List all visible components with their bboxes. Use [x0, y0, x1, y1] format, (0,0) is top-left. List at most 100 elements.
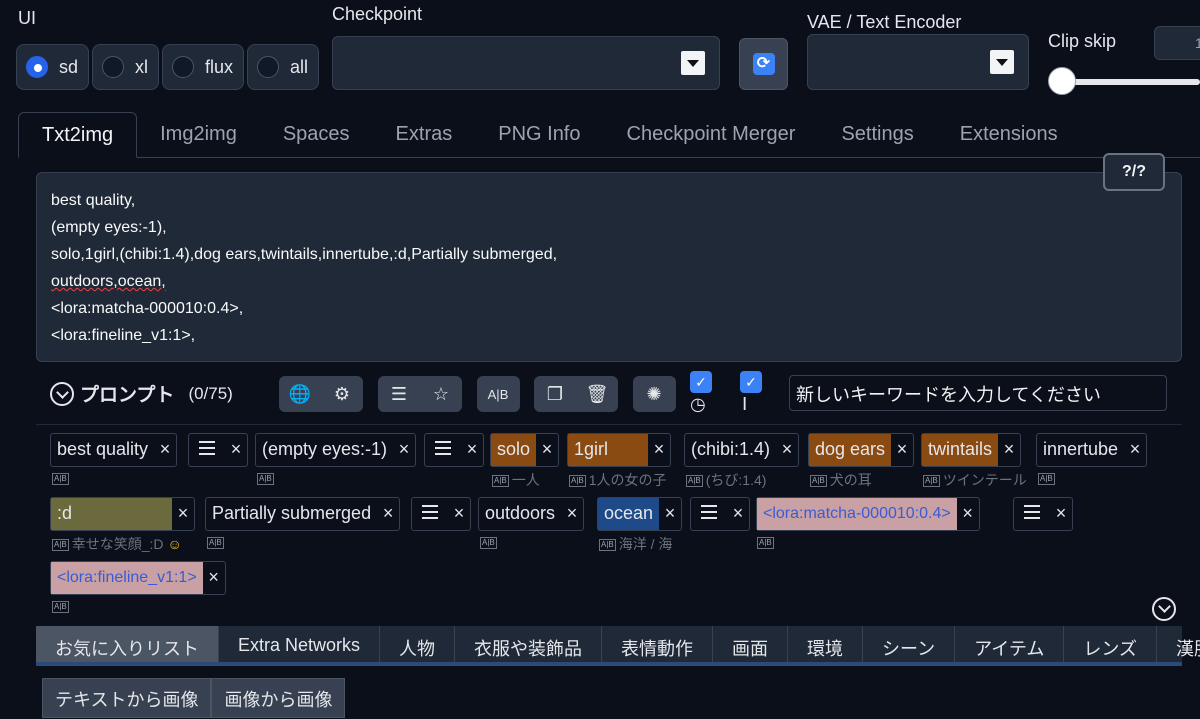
- close-icon[interactable]: ×: [448, 498, 470, 530]
- translate-icon: A|B: [810, 475, 827, 488]
- expand-chevron-icon[interactable]: [1152, 597, 1176, 621]
- refresh-checkpoint-button[interactable]: ⟳: [739, 38, 788, 90]
- tag-chip-lora[interactable]: <lora:matcha-000010:0.4> ×: [756, 497, 980, 531]
- tag-chip-break[interactable]: ×: [690, 497, 750, 531]
- close-icon[interactable]: ×: [203, 562, 225, 594]
- ui-radio-xl[interactable]: xl: [92, 44, 160, 90]
- globe-icon[interactable]: 🌐: [279, 376, 321, 412]
- auto-translate-checkbox[interactable]: ✓: [690, 371, 712, 393]
- tag-chip[interactable]: ocean ×: [597, 497, 683, 531]
- clip-skip-slider-handle[interactable]: [1048, 67, 1076, 95]
- history-list-icon[interactable]: ☰: [378, 376, 420, 412]
- tab-png-info[interactable]: PNG Info: [475, 112, 603, 158]
- tag-chip-break[interactable]: ×: [1013, 497, 1073, 531]
- checkpoint-dropdown[interactable]: [332, 36, 720, 90]
- tag-chip[interactable]: (chibi:1.4) ×: [684, 433, 800, 467]
- close-icon[interactable]: ×: [536, 434, 558, 466]
- tab-extras[interactable]: Extras: [373, 112, 476, 158]
- ui-radio-all[interactable]: all: [247, 44, 320, 90]
- tag-chip[interactable]: solo ×: [490, 433, 560, 467]
- close-icon[interactable]: ×: [659, 498, 681, 530]
- tag-translation: A|B 1人の女の子: [569, 472, 667, 488]
- tag-chip[interactable]: twintails ×: [921, 433, 1022, 467]
- tag-translation: A|B 海洋 / 海: [599, 536, 673, 552]
- tag-chip[interactable]: outdoors ×: [478, 497, 585, 531]
- tag-translation: A|B: [480, 534, 500, 550]
- tab-hanfu[interactable]: 漢服: [1157, 626, 1200, 662]
- tag-translation: A|B: [257, 470, 277, 486]
- text-cursor-checkbox[interactable]: ✓: [740, 371, 762, 393]
- clip-skip-number[interactable]: 1: [1154, 26, 1200, 60]
- grinning-face-icon: ☺: [167, 536, 182, 552]
- tab-txt2img[interactable]: Txt2img: [18, 112, 138, 158]
- tag-chip-break[interactable]: ×: [411, 497, 471, 531]
- gear-icon[interactable]: ⚙: [321, 376, 363, 412]
- tag-translation: A|B ツインテール: [923, 472, 1027, 488]
- tag-translation: A|B 犬の耳: [810, 472, 872, 488]
- prompt-section-header[interactable]: プロンプト (0/75): [50, 380, 233, 407]
- tab-extra-networks[interactable]: Extra Networks: [219, 626, 381, 662]
- close-icon[interactable]: ×: [154, 434, 176, 466]
- tag-chip-lora[interactable]: <lora:fineline_v1:1> ×: [50, 561, 226, 595]
- close-icon[interactable]: ×: [727, 498, 749, 530]
- bookmark-icon[interactable]: ☆: [420, 376, 462, 412]
- tag-chip-break[interactable]: ×: [424, 433, 484, 467]
- tab-clothing[interactable]: 衣服や装飾品: [455, 626, 603, 662]
- vae-dropdown[interactable]: [807, 34, 1029, 90]
- close-icon[interactable]: ×: [172, 498, 194, 530]
- tag-chip[interactable]: 1girl ×: [567, 433, 672, 467]
- clock-icon: ◷: [690, 394, 706, 414]
- tab-lens[interactable]: レンズ: [1064, 626, 1157, 662]
- tag-chip[interactable]: dog ears ×: [808, 433, 915, 467]
- token-counter-button[interactable]: ?/?: [1103, 153, 1165, 191]
- close-icon[interactable]: ×: [461, 434, 483, 466]
- toolbar-group-3: A|B: [477, 376, 520, 412]
- tab-scene[interactable]: シーン: [863, 626, 956, 662]
- tab-screen[interactable]: 画面: [713, 626, 789, 662]
- keyword-input[interactable]: 新しいキーワードを入力してください: [789, 375, 1167, 411]
- tab-extensions[interactable]: Extensions: [937, 112, 1081, 158]
- tab-img2img[interactable]: Img2img: [137, 112, 260, 158]
- close-icon[interactable]: ×: [393, 434, 415, 466]
- prompt-line: <lora:matcha-000010:0.4>,: [51, 300, 244, 317]
- tag-chip-break[interactable]: ×: [188, 433, 248, 467]
- copy-icon[interactable]: ❐: [534, 376, 576, 412]
- close-icon[interactable]: ×: [891, 434, 913, 466]
- tab-favorites[interactable]: お気に入りリスト: [36, 626, 219, 662]
- tag-chip[interactable]: innertube ×: [1036, 433, 1148, 467]
- tab-spaces[interactable]: Spaces: [260, 112, 373, 158]
- trash-icon[interactable]: 🗑: [576, 376, 618, 412]
- ui-radio-sd[interactable]: sd: [16, 44, 90, 90]
- close-icon[interactable]: ×: [225, 434, 247, 466]
- clip-skip-slider[interactable]: [1060, 79, 1200, 85]
- tab-person[interactable]: 人物: [380, 626, 456, 662]
- chatgpt-icon[interactable]: ✺: [633, 376, 675, 412]
- tab-checkpoint-merger[interactable]: Checkpoint Merger: [604, 112, 819, 158]
- subtab-img2img[interactable]: 画像から画像: [211, 678, 346, 718]
- line-break-icon: [422, 505, 438, 519]
- tab-settings[interactable]: Settings: [818, 112, 936, 158]
- tab-environment[interactable]: 環境: [788, 626, 864, 662]
- close-icon[interactable]: ×: [561, 498, 583, 530]
- close-icon[interactable]: ×: [377, 498, 399, 530]
- close-icon[interactable]: ×: [1124, 434, 1146, 466]
- toolbar-group-5: ✺: [633, 376, 676, 412]
- prompt-textarea[interactable]: best quality, (empty eyes:-1), solo,1gir…: [36, 172, 1182, 362]
- translate-icon: A|B: [480, 537, 497, 550]
- close-icon[interactable]: ×: [648, 434, 670, 466]
- tab-items[interactable]: アイテム: [955, 626, 1065, 662]
- tag-chip[interactable]: (empty eyes:-1) ×: [255, 433, 417, 467]
- close-icon[interactable]: ×: [776, 434, 798, 466]
- subtab-txt2img[interactable]: テキストから画像: [42, 678, 212, 718]
- close-icon[interactable]: ×: [998, 434, 1020, 466]
- translate-icon[interactable]: A|B: [477, 376, 519, 412]
- tag-chip[interactable]: :d ×: [50, 497, 196, 531]
- tag-chip[interactable]: best quality ×: [50, 433, 178, 467]
- close-icon[interactable]: ×: [1050, 498, 1072, 530]
- tab-expression[interactable]: 表情動作: [602, 626, 714, 662]
- tag-chip[interactable]: Partially submerged ×: [205, 497, 401, 531]
- ui-radio-flux[interactable]: flux: [162, 44, 245, 90]
- text-cursor-icon: Ⅰ: [742, 394, 748, 414]
- close-icon[interactable]: ×: [957, 498, 979, 530]
- radio-dot-icon: [102, 56, 125, 78]
